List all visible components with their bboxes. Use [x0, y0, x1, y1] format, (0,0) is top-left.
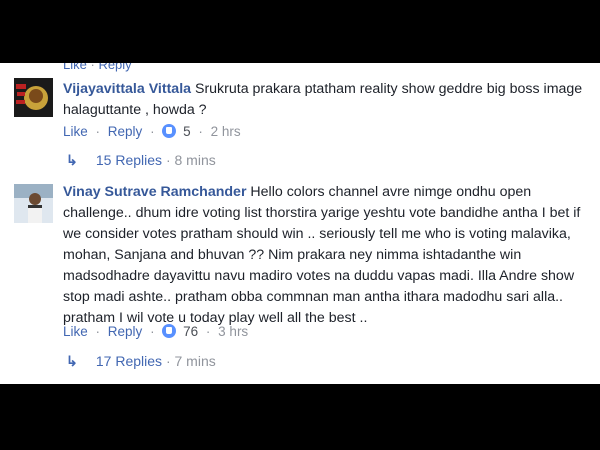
view-replies-link[interactable]: ↳ 15 Replies · 8 mins: [66, 152, 216, 169]
comment-time[interactable]: 2 hrs: [211, 124, 241, 139]
like-link[interactable]: Like: [63, 63, 87, 72]
replies-count[interactable]: 17 Replies: [96, 353, 162, 369]
view-replies-link[interactable]: ↳ 17 Replies · 7 mins: [66, 353, 216, 370]
reply-arrow-icon: ↳: [66, 353, 78, 369]
comments-panel: Like · Reply Vijayavittala Vittala Srukr…: [0, 63, 600, 384]
avatar[interactable]: [14, 78, 53, 117]
avatar[interactable]: [14, 184, 53, 223]
replies-time: 7 mins: [174, 353, 216, 369]
comment-time[interactable]: 3 hrs: [218, 324, 248, 339]
reaction-count[interactable]: 76: [183, 324, 198, 339]
reply-link[interactable]: Reply: [108, 124, 143, 139]
profile-avatar-icon: [14, 184, 53, 223]
like-reaction-icon: [162, 324, 177, 338]
like-reaction-icon: [162, 124, 177, 138]
replies-time: 8 mins: [174, 152, 216, 168]
like-link[interactable]: Like: [63, 124, 88, 139]
reaction-count[interactable]: 5: [183, 124, 191, 139]
comment-author[interactable]: Vijayavittala Vittala: [63, 81, 191, 97]
reply-link[interactable]: Reply: [98, 63, 131, 72]
comment-actions: Like · Reply · 76 · 3 hrs: [63, 324, 249, 339]
comment-body: Vinay Sutrave Ramchander Hello colors ch…: [63, 182, 588, 329]
replies-count[interactable]: 15 Replies: [96, 152, 162, 168]
reply-link[interactable]: Reply: [108, 324, 143, 339]
like-link[interactable]: Like: [63, 324, 88, 339]
comment-text: Hello colors channel avre nimge ondhu op…: [63, 184, 581, 326]
reply-arrow-icon: ↳: [66, 152, 78, 168]
comment-body: Vijayavittala Vittala Srukruta prakara p…: [63, 79, 588, 121]
comment-actions: Like · Reply · 5 · 2 hrs: [63, 124, 241, 139]
profile-avatar-icon: [14, 78, 53, 117]
comment-author[interactable]: Vinay Sutrave Ramchander: [63, 184, 246, 200]
cutoff-action-row: Like · Reply: [63, 63, 132, 72]
